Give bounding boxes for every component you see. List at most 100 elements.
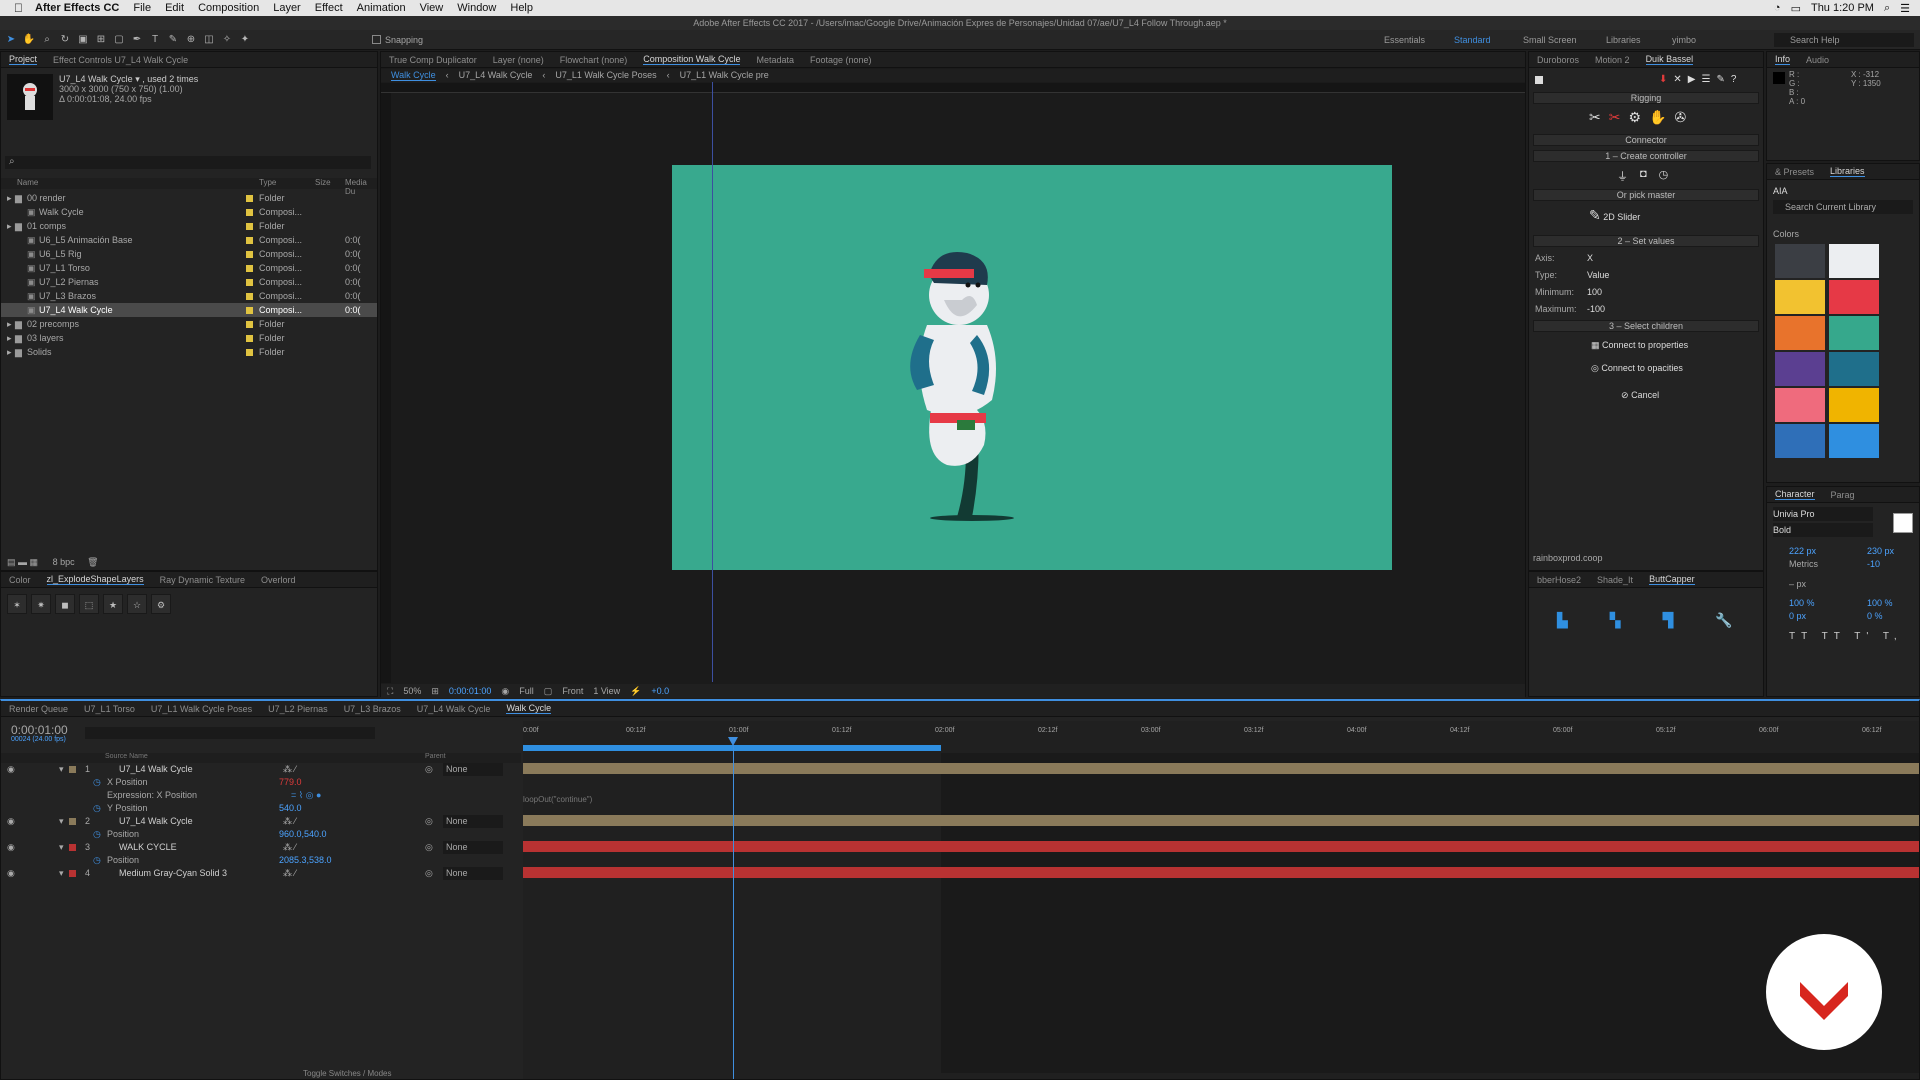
type-tool-icon[interactable]: T bbox=[148, 33, 162, 47]
camera-tool-icon[interactable]: ▣ bbox=[76, 33, 90, 47]
tab-metadata[interactable]: Metadata bbox=[756, 55, 794, 65]
stopwatch-icon[interactable]: ◷ bbox=[93, 776, 101, 789]
visibility-eye-icon[interactable]: ◉ bbox=[7, 763, 15, 776]
toggle-switches-modes[interactable]: Toggle Switches / Modes bbox=[303, 1069, 392, 1078]
stroke-width-input[interactable]: – px bbox=[1789, 577, 1806, 591]
2d-slider-button[interactable]: ✎ 2D Slider bbox=[1589, 205, 1709, 225]
rectangle-tool-icon[interactable]: ▢ bbox=[112, 33, 126, 47]
layer-label-color[interactable] bbox=[69, 870, 76, 877]
vertical-ruler[interactable] bbox=[381, 93, 391, 683]
trash-icon[interactable]: 🗑 bbox=[87, 557, 98, 567]
camera-tools-icon[interactable]: ▶ bbox=[1688, 74, 1696, 85]
workspace-yimbo[interactable]: yimbo bbox=[1672, 30, 1696, 50]
stopwatch-icon[interactable]: ◷ bbox=[93, 828, 101, 841]
library-color-swatch[interactable] bbox=[1829, 316, 1879, 350]
project-comp[interactable]: ▣ U7_L2 Piernas Composi... 0:0( bbox=[1, 275, 377, 289]
selection-tool-icon[interactable]: ➤ bbox=[4, 33, 18, 47]
project-search-input[interactable]: ⌕ bbox=[5, 156, 371, 169]
tab-character[interactable]: Character bbox=[1775, 489, 1815, 500]
timeline-property-row[interactable]: ◷ Position 960.0,540.0 bbox=[1, 828, 521, 841]
timeline-property-row[interactable]: Expression: X Position = ⌇ ◎ ● bbox=[1, 789, 521, 802]
clone-tool-icon[interactable]: ⊕ bbox=[184, 33, 198, 47]
help-icon[interactable]: ? bbox=[1731, 74, 1737, 85]
disclosure-triangle-icon[interactable]: ▸ bbox=[7, 191, 12, 205]
or-pick-master[interactable]: Or pick master bbox=[1533, 189, 1759, 201]
library-color-swatch[interactable] bbox=[1775, 244, 1825, 278]
col-parent[interactable]: Parent bbox=[425, 753, 446, 760]
project-comp[interactable]: ▣ Walk Cycle Composi... bbox=[1, 205, 377, 219]
label-color-swatch[interactable] bbox=[246, 265, 253, 272]
expression-controls-icon[interactable]: = ⌇ ◎ ● bbox=[291, 789, 321, 802]
layer-switches[interactable]: ⁂ ⁄ bbox=[283, 841, 296, 854]
explode-icon[interactable]: ✶ bbox=[7, 594, 27, 614]
new-folder-icon[interactable]: ▬ bbox=[18, 557, 27, 567]
layer-switches[interactable]: ⁂ ⁄ bbox=[283, 815, 296, 828]
horizontal-ruler[interactable] bbox=[381, 83, 1525, 93]
layer-twirl-icon[interactable]: ▾ bbox=[59, 867, 64, 880]
layer-switches[interactable]: ⁂ ⁄ bbox=[283, 867, 296, 880]
property-value[interactable]: 540.0 bbox=[279, 802, 302, 815]
baseline-shift-input[interactable]: 0 px bbox=[1789, 609, 1806, 623]
project-comp[interactable]: ▣ U6_L5 Animación Base Composi... 0:0( bbox=[1, 233, 377, 247]
snapshot-icon[interactable]: ⛶ bbox=[387, 684, 393, 698]
timeline-property-row[interactable]: ◷ Y Position 540.0 bbox=[1, 802, 521, 815]
parent-select[interactable]: None bbox=[443, 763, 503, 776]
tab-libraries[interactable]: Libraries bbox=[1830, 166, 1865, 177]
resolution-select[interactable]: Full bbox=[519, 684, 534, 698]
colors-section-label[interactable]: Colors bbox=[1773, 227, 1799, 241]
library-color-swatch[interactable] bbox=[1775, 280, 1825, 314]
font-family-select[interactable]: Univia Pro bbox=[1773, 507, 1873, 521]
roto-tool-icon[interactable]: ✧ bbox=[220, 33, 234, 47]
parent-select[interactable]: None bbox=[443, 815, 503, 828]
text-style-buttons[interactable]: TT TT T' T, bbox=[1789, 631, 1903, 642]
col-source-name[interactable]: Source Name bbox=[105, 753, 148, 760]
eraser-tool-icon[interactable]: ◫ bbox=[202, 33, 216, 47]
menu-window[interactable]: Window bbox=[457, 2, 496, 14]
property-value[interactable]: 2085.3,538.0 bbox=[279, 854, 332, 867]
timeline-layer-row[interactable]: ◉ ▾ 1 U7_L4 Walk Cycle ⁂ ⁄ ◎ None bbox=[1, 763, 521, 776]
timeline-layer-row[interactable]: ◉ ▾ 2 U7_L4 Walk Cycle ⁂ ⁄ ◎ None bbox=[1, 815, 521, 828]
tab-shade-it[interactable]: Shade_It bbox=[1597, 575, 1633, 585]
library-color-swatch[interactable] bbox=[1829, 280, 1879, 314]
tsume-input[interactable]: 0 % bbox=[1867, 609, 1883, 623]
visibility-eye-icon[interactable]: ◉ bbox=[7, 815, 15, 828]
project-folder[interactable]: ▸ ▆ Solids Folder bbox=[1, 345, 377, 359]
apple-icon[interactable]:  bbox=[14, 1, 23, 15]
tab-u7-l4-walk-cycle[interactable]: U7_L4 Walk Cycle bbox=[417, 704, 491, 714]
vertical-scale-input[interactable]: 100 % bbox=[1789, 596, 1815, 610]
snapping-checkbox[interactable] bbox=[372, 35, 381, 44]
visibility-eye-icon[interactable]: ◉ bbox=[7, 841, 15, 854]
timeline-property-row[interactable]: ◷ Position 2085.3,538.0 bbox=[1, 854, 521, 867]
new-comp-icon[interactable]: ▦ bbox=[30, 557, 39, 567]
breadcrumb-item[interactable]: U7_L4 Walk Cycle bbox=[459, 70, 533, 80]
rainbox-link[interactable]: rainboxprod.coop bbox=[1533, 551, 1603, 565]
project-folder[interactable]: ▸ ▆ 02 precomps Folder bbox=[1, 317, 377, 331]
hand-tool-icon[interactable]: ✋ bbox=[22, 33, 36, 47]
merge-icon[interactable]: ◼ bbox=[55, 594, 75, 614]
tab--presets[interactable]: & Presets bbox=[1775, 167, 1814, 177]
property-value[interactable]: 779.0 bbox=[279, 776, 302, 789]
rotate-tool-icon[interactable]: ↻ bbox=[58, 33, 72, 47]
timeline-timecode[interactable]: 0:00:01:00 bbox=[11, 723, 68, 737]
connect-properties-button[interactable]: ▦ Connect to properties bbox=[1591, 338, 1688, 352]
layer-name[interactable]: Medium Gray-Cyan Solid 3 bbox=[119, 867, 227, 880]
cap-round-icon[interactable]: ▚ bbox=[1610, 612, 1621, 629]
interpret-footage-icon[interactable]: ▤ bbox=[7, 557, 16, 567]
pan-behind-tool-icon[interactable]: ⊞ bbox=[94, 33, 108, 47]
box-ctrl-icon[interactable]: ◘ bbox=[1640, 168, 1647, 184]
tab-color[interactable]: Color bbox=[9, 575, 31, 585]
layers-icon[interactable]: ☰ bbox=[1701, 74, 1710, 85]
tab-layer-none-[interactable]: Layer (none) bbox=[493, 55, 544, 65]
col-name[interactable]: Name bbox=[17, 178, 38, 187]
tab-info[interactable]: Info bbox=[1775, 54, 1791, 65]
zoom-tool-icon[interactable]: ⌕ bbox=[40, 33, 54, 47]
tab-true-comp-duplicator[interactable]: True Comp Duplicator bbox=[389, 55, 477, 65]
parent-pickwhip-icon[interactable]: ◎ bbox=[425, 815, 433, 828]
menu-view[interactable]: View bbox=[420, 2, 444, 14]
tab-walk-cycle[interactable]: Walk Cycle bbox=[506, 703, 552, 714]
tools-icon[interactable]: ✇ bbox=[1674, 109, 1686, 126]
fill-color-swatch[interactable] bbox=[1893, 513, 1913, 533]
tab-composition-walk-cycle[interactable]: Composition Walk Cycle bbox=[643, 54, 741, 65]
tab-u7-l3-brazos[interactable]: U7_L3 Brazos bbox=[344, 704, 401, 714]
tab-overlord[interactable]: Overlord bbox=[261, 575, 296, 585]
